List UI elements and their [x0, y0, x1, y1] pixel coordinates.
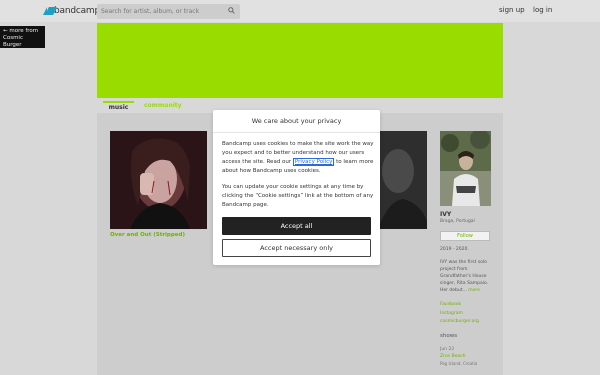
accept-necessary-button[interactable]: Accept necessary only: [222, 239, 371, 257]
search-box: [97, 4, 240, 19]
more-from-label-link[interactable]: ← more from Cosmic Burger: [0, 26, 45, 48]
log-in-link[interactable]: log in: [533, 6, 552, 14]
show-place: Pag Island, Croatia: [440, 361, 478, 366]
cookie-dialog-text: Bandcamp uses cookies to make the site w…: [222, 140, 374, 176]
accept-all-button[interactable]: Accept all: [222, 217, 371, 235]
back-link-line2: Cosmic Burger: [3, 35, 23, 48]
search-input[interactable]: [97, 4, 226, 19]
logo-text: bandcamp: [54, 6, 100, 16]
bandcamp-logo-icon: [43, 7, 47, 15]
show-date: Jun 22: [440, 347, 455, 352]
artist-bio-text: IVY was the first solo project from Gran…: [440, 260, 489, 293]
privacy-policy-link[interactable]: Privacy Policy: [292, 158, 335, 166]
back-link-line1: ← more from: [3, 28, 39, 34]
album-cover[interactable]: [110, 131, 207, 229]
shows-heading: shows: [440, 333, 458, 339]
cookie-dialog-title: We care about your privacy: [213, 110, 380, 133]
tab-community[interactable]: community: [144, 101, 182, 109]
instagram-link[interactable]: Instagram: [440, 311, 463, 316]
top-bar: bandcamp sign up log in: [0, 0, 600, 22]
sign-up-link[interactable]: sign up: [499, 6, 525, 14]
artist-years: 2019 - 2020.: [440, 247, 469, 252]
album-cover-2[interactable]: [378, 131, 427, 229]
album-cover-image: [110, 131, 207, 229]
artist-photo: [440, 131, 491, 206]
artist-photo-image: [440, 131, 491, 206]
search-icon[interactable]: [228, 7, 235, 14]
artist-banner: [97, 23, 503, 98]
follow-button[interactable]: Follow: [440, 231, 490, 241]
facebook-link[interactable]: Facebook: [440, 302, 461, 307]
album-cover-2-image: [378, 131, 427, 229]
artist-bio: IVY was the first solo project from Gran…: [440, 259, 492, 294]
bio-more-link[interactable]: more: [468, 288, 480, 293]
artist-location: Braga, Portugal: [440, 219, 475, 224]
show-venue-link[interactable]: Zrce Beach: [440, 354, 465, 359]
tab-music[interactable]: music: [103, 101, 134, 111]
website-link[interactable]: cosmicburger.org: [440, 319, 479, 324]
artist-name: IVY: [440, 211, 452, 218]
cookie-consent-dialog: We care about your privacy Bandcamp uses…: [213, 110, 380, 265]
album-title[interactable]: Over and Out (Stripped): [110, 232, 185, 238]
cookie-settings-text: You can update your cookie settings at a…: [222, 184, 374, 208]
bandcamp-logo[interactable]: bandcamp: [43, 5, 100, 17]
